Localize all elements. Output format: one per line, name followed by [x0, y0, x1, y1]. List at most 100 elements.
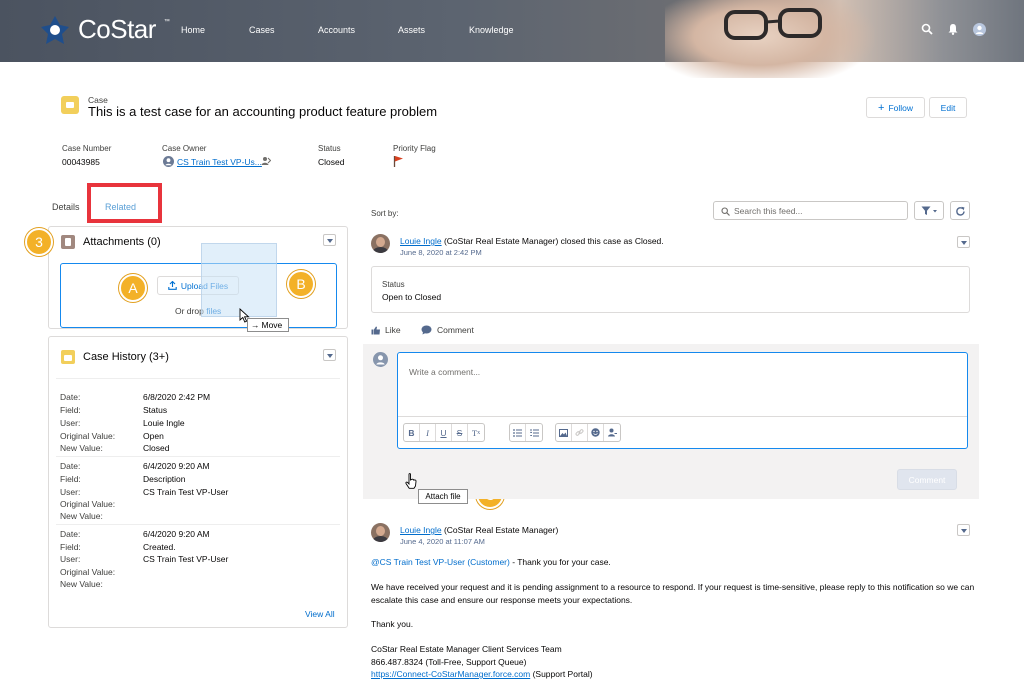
like-button[interactable]: Like — [371, 325, 401, 335]
search-icon[interactable] — [921, 23, 933, 35]
clear-format-button[interactable]: Tx — [468, 424, 484, 441]
underline-button[interactable]: U — [436, 424, 452, 441]
bullet-list-icon — [513, 428, 522, 437]
callout-b: B — [287, 270, 315, 298]
filter-feed-button[interactable] — [914, 201, 944, 220]
bulleted-list-button[interactable] — [510, 424, 526, 441]
callout-3: 3 — [25, 228, 53, 256]
attachments-icon — [61, 235, 75, 249]
bold-button[interactable]: B — [404, 424, 420, 441]
mention-button[interactable] — [604, 424, 620, 441]
author-link[interactable]: Louie Ingle — [400, 236, 442, 246]
user-avatar-icon[interactable] — [973, 23, 986, 36]
insert-link-button[interactable] — [572, 424, 588, 441]
history-user-label: User: — [60, 418, 81, 428]
refresh-feed-button[interactable] — [950, 201, 970, 220]
history-date-label: Date: — [60, 461, 81, 471]
comment-placeholder: Write a comment... — [409, 367, 481, 377]
history-original-label: Original Value: — [60, 431, 116, 441]
author-avatar[interactable] — [371, 523, 390, 542]
case-number-value: 00043985 — [62, 157, 100, 167]
signature-phone: 866.487.8324 (Toll-Free, Support Queue) — [371, 657, 527, 667]
numbered-list-button[interactable] — [526, 424, 542, 441]
costar-logo-icon — [41, 15, 69, 44]
history-new-value: Closed — [143, 443, 170, 453]
post-header: Louie Ingle (CoStar Real Estate Manager)… — [400, 236, 664, 246]
upload-icon — [168, 281, 177, 290]
status-label: Status — [318, 144, 341, 153]
post-timestamp[interactable]: June 8, 2020 at 2:42 PM — [400, 248, 482, 257]
text-format-toolbar: B I U S Tx — [403, 423, 485, 442]
follow-button[interactable]: + Follow — [866, 97, 925, 118]
status-value: Closed — [318, 157, 345, 167]
comment-submit-button[interactable]: Comment — [897, 469, 957, 490]
history-new-label: New Value: — [60, 443, 103, 453]
italic-button[interactable]: I — [420, 424, 436, 441]
search-icon — [721, 207, 730, 216]
nav-cases[interactable]: Cases — [249, 25, 275, 35]
feed-search-placeholder: Search this feed... — [734, 206, 803, 216]
owner-avatar-icon — [163, 156, 174, 167]
case-icon — [61, 96, 79, 114]
history-field-label: Field: — [60, 474, 81, 484]
costar-logo[interactable]: CoStar ™ — [40, 14, 170, 45]
post-header: Louie Ingle (CoStar Real Estate Manager) — [400, 525, 559, 535]
comment-action-button[interactable]: Comment — [421, 325, 474, 335]
attachments-menu-button[interactable] — [323, 234, 336, 246]
post-menu-button[interactable] — [957, 524, 970, 536]
strikethrough-button[interactable]: S — [452, 424, 468, 441]
history-divider — [56, 524, 340, 525]
history-new-label: New Value: — [60, 579, 103, 589]
feed-search-input[interactable]: Search this feed... — [713, 201, 908, 220]
sort-by-label: Sort by: — [371, 209, 399, 218]
top-navigation-bar: CoStar ™ Home Cases Accounts Assets Know… — [0, 0, 1024, 78]
red-flag-icon — [393, 156, 403, 167]
callout-a: A — [119, 274, 147, 302]
nav-knowledge[interactable]: Knowledge — [469, 25, 514, 35]
nav-home[interactable]: Home — [181, 25, 205, 35]
nav-assets[interactable]: Assets — [398, 25, 425, 35]
view-all-link[interactable]: View All — [305, 609, 335, 619]
bell-icon[interactable] — [947, 23, 959, 35]
case-history-icon — [61, 350, 75, 364]
post-timestamp[interactable]: June 4, 2020 at 11:07 AM — [400, 537, 485, 546]
plus-icon: + — [878, 101, 885, 114]
insert-image-button[interactable] — [556, 424, 572, 441]
history-user-link[interactable]: CS Train Test VP-User — [143, 487, 228, 497]
attachments-title: Attachments (0) — [83, 236, 161, 248]
history-user-label: User: — [60, 487, 81, 497]
case-owner-link[interactable]: CS Train Test VP-Us... — [177, 157, 262, 167]
highlight-box-related — [87, 183, 162, 223]
post-body-paragraph-continued: escalate this case and ensure our respon… — [371, 595, 633, 605]
support-portal-link[interactable]: https://Connect-CoStarManager.force.com — [371, 669, 530, 679]
author-link[interactable]: Louie Ingle — [400, 525, 442, 535]
current-user-avatar-icon — [373, 352, 388, 367]
author-avatar[interactable] — [371, 234, 390, 253]
history-header-divider — [56, 378, 340, 379]
priority-flag-label: Priority Flag — [393, 144, 436, 153]
case-owner-label: Case Owner — [162, 144, 207, 153]
insert-toolbar — [555, 423, 621, 442]
insert-emoji-button[interactable] — [588, 424, 604, 441]
history-field-label: Field: — [60, 405, 81, 415]
history-user-link[interactable]: Louie Ingle — [143, 418, 185, 428]
history-user-link[interactable]: CS Train Test VP-User — [143, 554, 228, 564]
attach-file-tooltip: Attach file — [418, 489, 468, 504]
mention-link[interactable]: @CS Train Test VP-User (Customer) — [371, 557, 510, 567]
history-field-value: Description — [143, 474, 186, 484]
post-body-paragraph: We have received your request and it is … — [371, 582, 975, 592]
post-body-line: @CS Train Test VP-User (Customer) - Than… — [371, 557, 611, 567]
emoji-icon — [591, 428, 600, 437]
tab-details[interactable]: Details — [52, 202, 80, 212]
history-date-value: 6/4/2020 9:20 AM — [143, 529, 210, 539]
thumbs-up-icon — [371, 326, 380, 334]
edit-button[interactable]: Edit — [929, 97, 967, 118]
numbered-list-icon — [529, 428, 539, 436]
nav-accounts[interactable]: Accounts — [318, 25, 355, 35]
post-menu-button[interactable] — [957, 236, 970, 248]
case-history-menu-button[interactable] — [323, 349, 336, 361]
change-owner-icon[interactable] — [261, 156, 271, 166]
move-tooltip: → Move — [247, 318, 289, 332]
hand-cursor-icon — [405, 473, 417, 489]
history-field-value: Status — [143, 405, 168, 415]
